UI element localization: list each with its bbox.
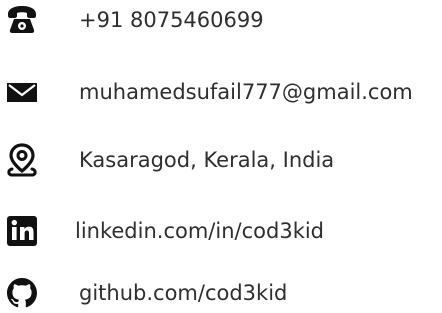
email-address[interactable]: muhamedsufail777@gmail.com (79, 72, 413, 112)
contact-email: muhamedsufail777@gmail.com (0, 72, 442, 112)
phone-number[interactable]: +91 8075460699 (79, 0, 264, 40)
location-text: Kasaragod, Kerala, India (79, 148, 335, 172)
linkedin-icon (5, 214, 39, 248)
github-icon (5, 276, 39, 310)
contact-list: +91 8075460699 muhamedsufail777@gmail.co… (0, 0, 442, 309)
contact-github: github.com/cod3kid (0, 273, 442, 313)
contact-linkedin: linkedin.com/in/cod3kid (0, 211, 442, 251)
github-link[interactable]: github.com/cod3kid (79, 273, 287, 313)
linkedin-link[interactable]: linkedin.com/in/cod3kid (75, 211, 324, 251)
envelope-icon (5, 75, 39, 109)
phone-icon (5, 3, 39, 37)
contact-phone: +91 8075460699 (0, 0, 442, 40)
contact-location: Kasaragod, Kerala, India (0, 140, 442, 180)
location-pin-icon (5, 143, 39, 177)
